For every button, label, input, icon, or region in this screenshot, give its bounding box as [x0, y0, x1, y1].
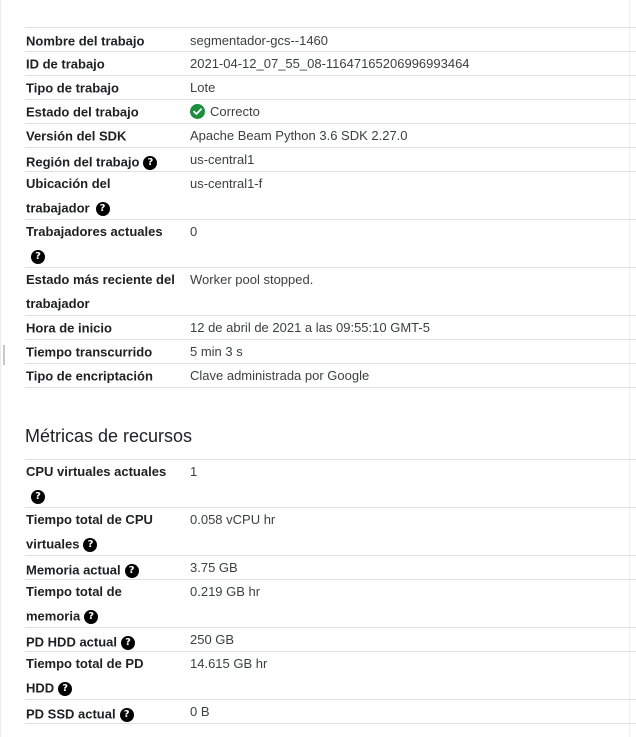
job-name-value: segmentador-gcs--1460 — [190, 33, 329, 48]
table-row: Ubicación del trabajador? us-central1-f — [25, 172, 636, 220]
row-label: PD SSD actual? — [26, 702, 176, 727]
table-row: CPU virtuales actuales ? 1 — [25, 460, 636, 508]
table-row: Tipo de trabajo Lote — [25, 76, 636, 100]
panel-resize-handle[interactable] — [3, 345, 5, 365]
row-label: Tiempo total de PD HDD? — [26, 656, 144, 696]
table-row: Trabajadores actuales ? 0 — [25, 220, 636, 268]
row-label: Tiempo transcurrido — [26, 344, 153, 360]
table-row: Tiempo transcurrido 5 min 3 s — [25, 340, 636, 364]
table-row: PD SSD actual? 0 B — [25, 700, 636, 724]
row-label: Hora de inicio — [26, 320, 112, 336]
current-memory-value: 3.75 GB — [190, 560, 238, 575]
worker-location-value: us-central1-f — [190, 176, 263, 191]
table-row: Versión del SDK Apache Beam Python 3.6 S… — [25, 124, 636, 148]
job-region-value: us-central1 — [190, 152, 255, 167]
row-label: Tiempo total de CPU virtuales? — [26, 512, 153, 552]
row-label: Tipo de encriptación — [26, 368, 153, 384]
check-circle-icon — [190, 104, 205, 120]
total-memory-time-value: 0.219 GB hr — [190, 584, 261, 599]
row-label: Estado más reciente del trabajador — [26, 272, 175, 311]
start-time-value: 12 de abril de 2021 a las 09:55:10 GMT-5 — [190, 320, 430, 335]
help-circle-icon[interactable]: ? — [121, 635, 136, 650]
sdk-version-value: Apache Beam Python 3.6 SDK 2.27.0 — [190, 128, 408, 143]
row-label: PD HDD actual? — [26, 630, 176, 655]
worker-latest-status-value: Worker pool stopped. — [190, 272, 314, 287]
row-label: Nombre del trabajo — [26, 33, 145, 49]
elapsed-time-value: 5 min 3 s — [190, 344, 243, 359]
help-circle-icon[interactable]: ? — [143, 155, 158, 170]
table-row: Región del trabajo? us-central1 — [25, 148, 636, 172]
table-row: Estado del trabajo Correcto — [25, 100, 636, 124]
row-label: Trabajadores actuales ? — [26, 224, 163, 264]
help-circle-icon[interactable]: ? — [83, 537, 98, 552]
encryption-type-value: Clave administrada por Google — [190, 368, 370, 383]
help-circle-icon[interactable]: ? — [84, 609, 99, 624]
job-info-table: Nombre del trabajo segmentador-gcs--1460… — [25, 27, 636, 388]
panel-left-border — [0, 0, 1, 737]
table-row: Nombre del trabajo segmentador-gcs--1460 — [25, 28, 636, 52]
total-vcpu-time-value: 0.058 vCPU hr — [190, 512, 276, 527]
current-pd-ssd-value: 0 B — [190, 704, 210, 719]
job-status-value: Correcto — [190, 100, 260, 124]
job-type-value: Lote — [190, 80, 216, 95]
job-details-panel: Nombre del trabajo segmentador-gcs--1460… — [0, 0, 636, 737]
table-row: Tiempo total de PD HDD? 14.615 GB hr — [25, 652, 636, 700]
resource-metrics-title: Métricas de recursos — [25, 426, 193, 446]
help-circle-icon[interactable]: ? — [119, 707, 134, 722]
row-label: Ubicación del trabajador? — [26, 176, 111, 216]
help-circle-icon[interactable]: ? — [124, 563, 139, 578]
row-label: Región del trabajo? — [26, 150, 176, 175]
table-row: Memoria actual? 3.75 GB — [25, 556, 636, 580]
table-row: Tipo de encriptación Clave administrada … — [25, 364, 636, 388]
table-row: Tiempo total de memoria? 0.219 GB hr — [25, 580, 636, 628]
row-label: Versión del SDK — [26, 128, 127, 144]
resource-metrics-table: CPU virtuales actuales ? 1 Tiempo total … — [25, 459, 636, 724]
table-row: Tiempo total de CPU virtuales? 0.058 vCP… — [25, 508, 636, 556]
help-circle-icon[interactable]: ? — [58, 681, 73, 696]
current-pd-hdd-value: 250 GB — [190, 632, 235, 647]
current-workers-value: 0 — [190, 224, 198, 239]
help-circle-icon[interactable]: ? — [95, 201, 110, 216]
row-label: Estado del trabajo — [26, 104, 139, 120]
table-row: ID de trabajo 2021-04-12_07_55_08-116471… — [25, 52, 636, 76]
row-label: CPU virtuales actuales ? — [26, 464, 167, 504]
row-label: ID de trabajo — [26, 56, 105, 72]
help-circle-icon[interactable]: ? — [31, 489, 45, 504]
table-row: Estado más reciente del trabajador Worke… — [25, 268, 636, 316]
table-row: PD HDD actual? 250 GB — [25, 628, 636, 652]
job-status-text: Correcto — [210, 104, 260, 119]
row-label: Tipo de trabajo — [26, 80, 119, 96]
table-row: Hora de inicio 12 de abril de 2021 a las… — [25, 316, 636, 340]
help-circle-icon[interactable]: ? — [31, 249, 45, 264]
total-pd-hdd-time-value: 14.615 GB hr — [190, 656, 268, 671]
job-id-value: 2021-04-12_07_55_08-11647165206996993464 — [190, 56, 470, 71]
row-label: Memoria actual? — [26, 558, 176, 583]
row-label: Tiempo total de memoria? — [26, 584, 122, 624]
current-vcpus-value: 1 — [190, 464, 198, 479]
